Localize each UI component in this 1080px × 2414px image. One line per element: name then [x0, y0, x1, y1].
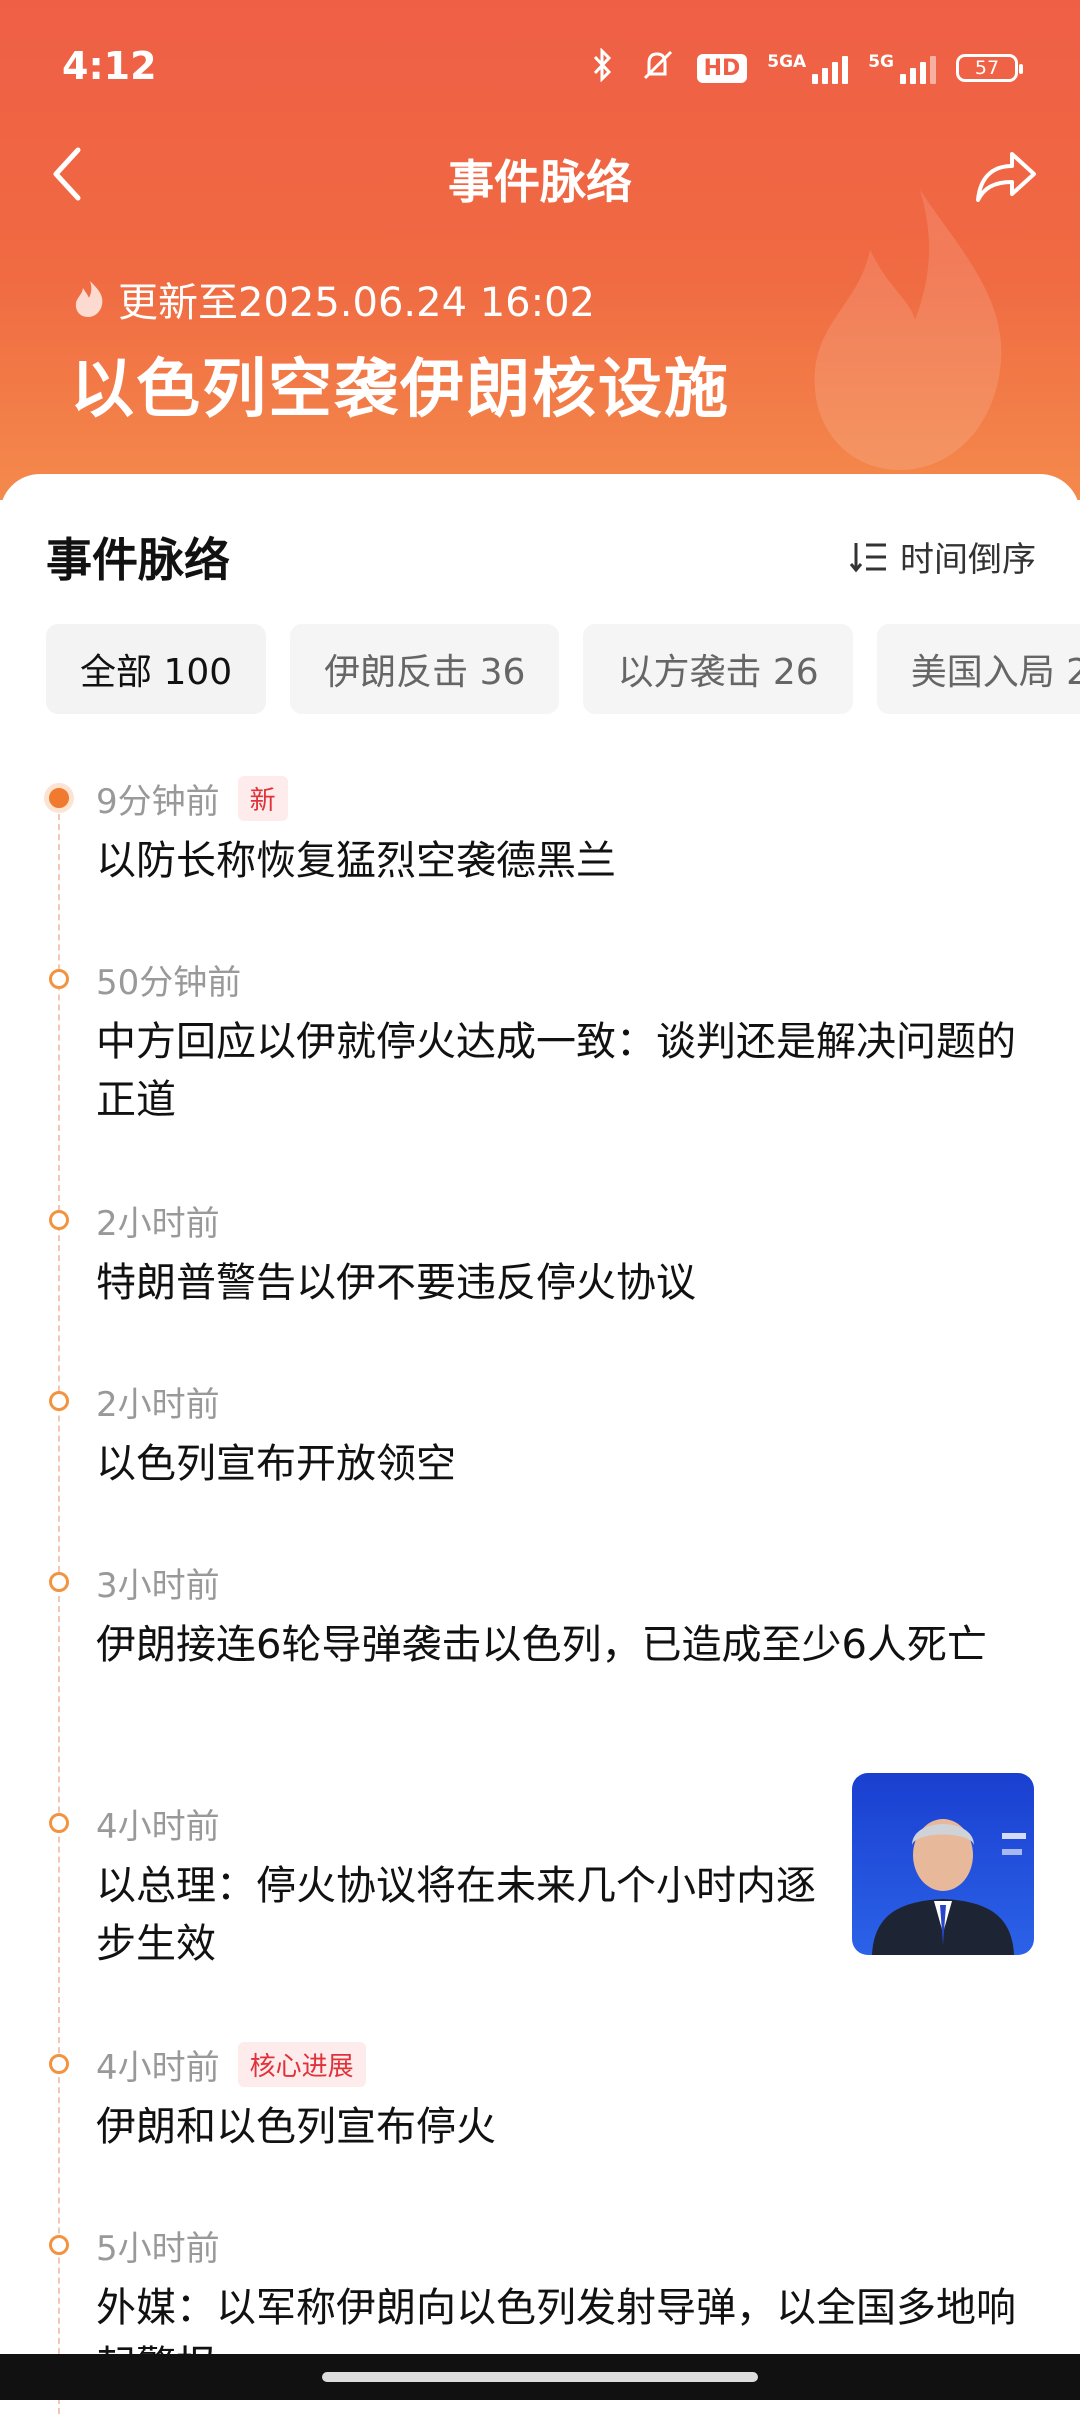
timeline-dot — [49, 1813, 69, 1833]
share-button[interactable] — [972, 148, 1040, 208]
timeline-headline: 特朗普警告以伊不要违反停火协议 — [96, 1260, 696, 1306]
timeline-dot — [49, 788, 69, 808]
timeline-dot — [49, 2054, 69, 2074]
sort-toggle[interactable]: 时间倒序 — [848, 532, 1036, 581]
flame-icon — [75, 281, 103, 317]
timeline-dot — [49, 1572, 69, 1592]
news-thumbnail[interactable] — [852, 1773, 1034, 1955]
status-time: 4:12 — [62, 44, 157, 88]
update-time-text: 更新至2025.06.24 16:02 — [118, 280, 596, 326]
status-icons: HD 5GA 5G 57 — [587, 47, 1023, 88]
filter-chip-israel-strike[interactable]: 以方袭击 26 — [583, 624, 853, 714]
timeline-headline: 以色列宣布开放领空 — [96, 1441, 456, 1487]
timeline-line — [58, 794, 60, 2414]
timeline-headline: 中方回应以伊就停火达成一致：谈判还是解决问题的正道 — [96, 1019, 1016, 1123]
key-progress-tag: 核心进展 — [237, 2042, 366, 2087]
timeline-headline: 伊朗接连6轮导弹袭击以色列，已造成至少6人死亡 — [96, 1622, 987, 1668]
timeline-dot — [49, 969, 69, 989]
hd-voice-badge: HD — [696, 53, 748, 83]
signal-icon-2: 5G — [868, 52, 936, 84]
timeline-headline: 伊朗和以色列宣布停火 — [96, 2104, 496, 2150]
timeline-sheet: 事件脉络 时间倒序 全部 100 伊朗反击 36 以方袭击 26 美国入局 2 … — [0, 474, 1080, 2414]
event-title: 以色列空袭伊朗核设施 — [70, 353, 730, 427]
status-bar: 4:12 HD 5GA 5G 57 — [0, 0, 1080, 140]
sort-icon — [849, 542, 886, 572]
flame-watermark-icon — [814, 190, 1002, 470]
new-tag: 新 — [237, 776, 288, 821]
section-title: 事件脉络 — [46, 533, 230, 587]
battery-icon: 57 — [956, 54, 1023, 82]
timeline-dot — [49, 1210, 69, 1230]
timeline-headline: 以总理：停火协议将在未来几个小时内逐步生效 — [96, 1863, 816, 1967]
update-time: 更新至2025.06.24 16:02 — [72, 270, 595, 328]
timeline-dot — [49, 2235, 69, 2255]
home-indicator[interactable] — [322, 2372, 758, 2382]
filter-chip-all[interactable]: 全部 100 — [46, 624, 267, 714]
event-header: 4:12 HD 5GA 5G 57 事件脉络 更新至2025.06.24 16:… — [0, 0, 1080, 500]
bluetooth-icon — [587, 47, 617, 88]
timeline-dot — [49, 1391, 69, 1411]
filter-chip-iran-counter[interactable]: 伊朗反击 36 — [290, 624, 560, 714]
mute-bell-icon — [637, 48, 677, 88]
nav-title: 事件脉络 — [448, 155, 632, 209]
system-nav-bar — [0, 2354, 1080, 2400]
filter-chips: 全部 100 伊朗反击 36 以方袭击 26 美国入局 2 — [46, 624, 1080, 714]
signal-icon-1: 5GA — [767, 52, 849, 84]
share-arrow-icon — [976, 152, 1036, 202]
filter-chip-us-entry[interactable]: 美国入局 2 — [876, 624, 1080, 714]
timeline-headline: 以防长称恢复猛烈空袭德黑兰 — [96, 838, 616, 884]
sort-label: 时间倒序 — [900, 540, 1036, 580]
